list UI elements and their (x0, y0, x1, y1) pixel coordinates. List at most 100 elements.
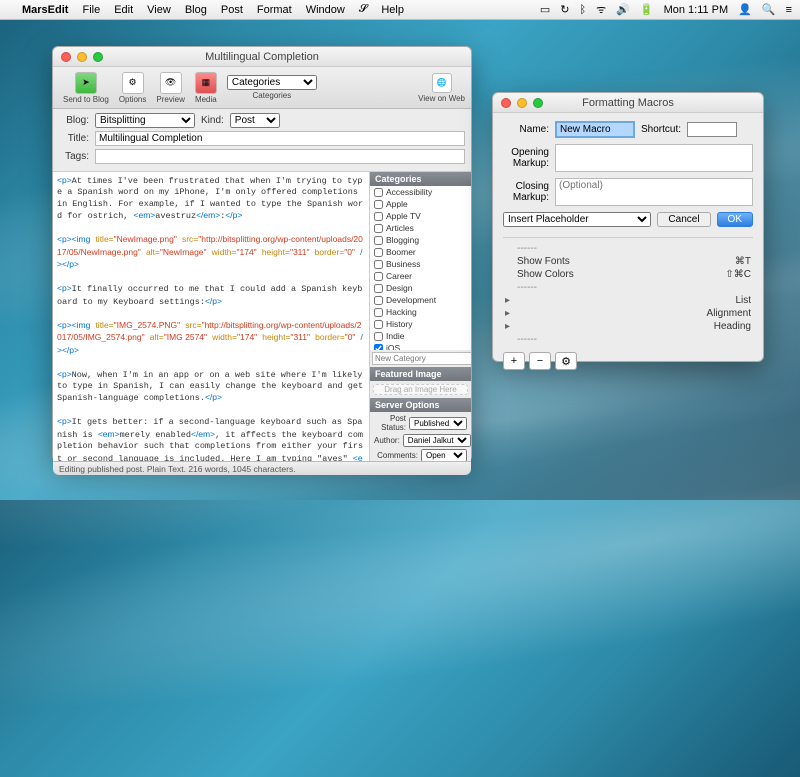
macro-shortcut-input[interactable] (687, 122, 737, 137)
category-checkbox[interactable] (374, 188, 383, 197)
category-label: Development (386, 295, 436, 305)
category-item[interactable]: History (370, 318, 471, 330)
category-label: iOS (386, 343, 400, 350)
user-icon[interactable]: 👤 (738, 3, 752, 16)
editor-toolbar: ➤Send to Blog ⚙Options 👁Preview ▦Media C… (53, 67, 471, 109)
category-label: Career (386, 271, 412, 281)
menu-post[interactable]: Post (221, 4, 243, 16)
group-heading[interactable]: Heading (714, 321, 751, 332)
category-item[interactable]: Accessibility (370, 186, 471, 198)
group-list[interactable]: List (735, 295, 751, 306)
menu-file[interactable]: File (82, 4, 100, 16)
category-label: Blogging (386, 235, 419, 245)
html-editor[interactable]: <p>At times I've been frustrated that wh… (53, 171, 369, 461)
macro-name-input[interactable] (555, 121, 635, 138)
category-checkbox[interactable] (374, 212, 383, 221)
category-checkbox[interactable] (374, 332, 383, 341)
menu-help[interactable]: Help (381, 4, 404, 16)
tags-input[interactable] (95, 149, 465, 164)
category-label: Accessibility (386, 187, 432, 197)
category-item[interactable]: Business (370, 258, 471, 270)
group-alignment[interactable]: Alignment (707, 308, 751, 319)
menu-script[interactable]: 𝓢 (359, 3, 368, 16)
editor-titlebar[interactable]: Multilingual Completion (53, 47, 471, 67)
options-button[interactable]: ⚙Options (115, 72, 151, 104)
spotlight-icon[interactable]: 🔍 (762, 3, 776, 16)
minimize-button[interactable] (517, 98, 527, 108)
menu-edit[interactable]: Edit (114, 4, 133, 16)
author-label: Author: (374, 436, 400, 445)
macro-list[interactable]: ------ Show Fonts⌘T Show Colors⇧⌘C -----… (503, 242, 753, 346)
closing-markup-input[interactable] (555, 178, 753, 206)
zoom-button[interactable] (93, 52, 103, 62)
category-checkbox[interactable] (374, 308, 383, 317)
categories-list[interactable]: AccessibilityAppleApple TVArticlesBloggi… (370, 186, 471, 350)
featured-image-dropzone[interactable]: Drag an Image Here (373, 384, 468, 395)
dashes: ------ (517, 243, 537, 254)
zoom-button[interactable] (533, 98, 543, 108)
title-input[interactable] (95, 131, 465, 146)
category-item[interactable]: iOS (370, 342, 471, 350)
category-item[interactable]: Apple (370, 198, 471, 210)
notification-icon[interactable]: ≡ (786, 4, 792, 16)
volume-icon[interactable]: 🔊 (616, 3, 630, 16)
wifi-icon[interactable]: ᯤ (596, 2, 606, 17)
clock[interactable]: Mon 1:11 PM (664, 4, 729, 16)
category-item[interactable]: Boomer (370, 246, 471, 258)
remove-macro-button[interactable]: − (529, 352, 551, 370)
display-icon[interactable]: ▭ (540, 3, 550, 16)
category-checkbox[interactable] (374, 284, 383, 293)
add-macro-button[interactable]: + (503, 352, 525, 370)
kind-select[interactable]: Post (230, 113, 280, 128)
sync-icon[interactable]: ↻ (560, 3, 569, 16)
menu-blog[interactable]: Blog (185, 4, 207, 16)
show-fonts-item[interactable]: Show Fonts (517, 256, 570, 267)
cancel-button[interactable]: Cancel (657, 212, 710, 227)
category-checkbox[interactable] (374, 224, 383, 233)
bluetooth-icon[interactable]: ᛒ (580, 4, 587, 16)
close-button[interactable] (61, 52, 71, 62)
category-item[interactable]: Hacking (370, 306, 471, 318)
macros-window: Formatting Macros Name: Shortcut: Openin… (492, 92, 764, 362)
category-item[interactable]: Blogging (370, 234, 471, 246)
blog-select[interactable]: Bitsplitting (95, 113, 195, 128)
view-on-web-button[interactable]: 🌐View on Web (418, 73, 465, 103)
category-checkbox[interactable] (374, 260, 383, 269)
author-select[interactable]: Daniel Jalkut (403, 434, 471, 447)
close-button[interactable] (501, 98, 511, 108)
media-button[interactable]: ▦Media (191, 72, 221, 104)
category-checkbox[interactable] (374, 320, 383, 329)
category-checkbox[interactable] (374, 200, 383, 209)
macros-titlebar[interactable]: Formatting Macros (493, 93, 763, 113)
opening-markup-input[interactable] (555, 144, 753, 172)
menu-window[interactable]: Window (306, 4, 345, 16)
minimize-button[interactable] (77, 52, 87, 62)
ok-button[interactable]: OK (717, 212, 753, 227)
show-colors-item[interactable]: Show Colors (517, 269, 574, 280)
insert-placeholder-select[interactable]: Insert Placeholder (503, 212, 651, 227)
menu-format[interactable]: Format (257, 4, 292, 16)
categories-label: Categories (227, 91, 317, 100)
show-colors-shortcut: ⇧⌘C (725, 269, 751, 280)
category-item[interactable]: Development (370, 294, 471, 306)
app-menu[interactable]: MarsEdit (22, 4, 68, 16)
dashes: ------ (517, 282, 537, 293)
category-item[interactable]: Indie (370, 330, 471, 342)
send-to-blog-button[interactable]: ➤Send to Blog (59, 72, 113, 104)
comments-select[interactable]: Open (421, 449, 467, 461)
category-checkbox[interactable] (374, 236, 383, 245)
battery-icon[interactable]: 🔋 (640, 3, 654, 16)
category-item[interactable]: Articles (370, 222, 471, 234)
category-item[interactable]: Design (370, 282, 471, 294)
category-item[interactable]: Career (370, 270, 471, 282)
poststatus-select[interactable]: Published (409, 417, 467, 430)
preview-button[interactable]: 👁Preview (152, 72, 188, 104)
new-category-input[interactable] (372, 352, 471, 365)
category-checkbox[interactable] (374, 248, 383, 257)
menu-view[interactable]: View (147, 4, 171, 16)
categories-select[interactable]: Categories (227, 75, 317, 90)
category-checkbox[interactable] (374, 296, 383, 305)
macro-settings-button[interactable]: ⚙ (555, 352, 577, 370)
category-checkbox[interactable] (374, 272, 383, 281)
category-item[interactable]: Apple TV (370, 210, 471, 222)
